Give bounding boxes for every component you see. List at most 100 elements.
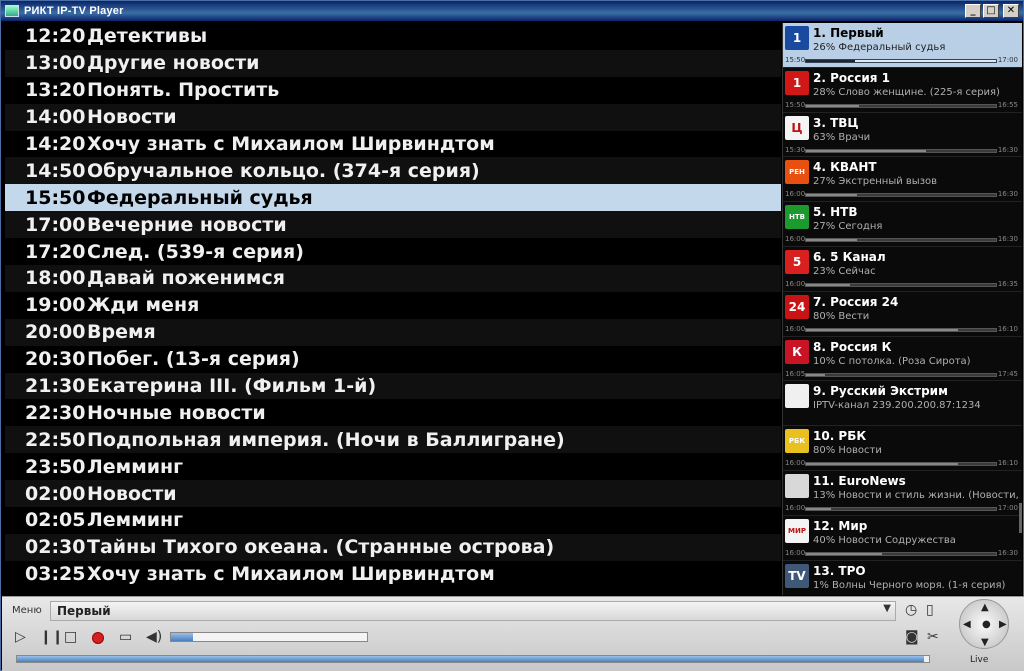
channel-item[interactable]: TV 13. ТРО 1% Волны Черного моря. (1-я сер… — [783, 561, 1022, 595]
channel-progress-fill — [806, 328, 958, 331]
camera-icon[interactable]: ◙ — [905, 629, 919, 645]
channel-item[interactable]: 9. Русский Экстрим IPTV-канал 239.200.200… — [783, 381, 1022, 427]
channel-item[interactable]: РЕН 4. КВАНТ 27% Экстренный вызов 16:00 16:3… — [783, 157, 1022, 203]
program-row[interactable]: 22:50 Подпольная империя. (Ночи в Баллигр… — [5, 426, 781, 454]
clock-icon[interactable]: ◷ — [905, 602, 917, 618]
channel-now-playing: IPTV-канал 239.200.200.87:1234 — [813, 400, 981, 412]
channel-start-time: 15:50 — [785, 100, 806, 109]
program-row[interactable]: 19:00 Жди меня — [5, 291, 781, 319]
program-row[interactable]: 20:00 Время — [5, 318, 781, 346]
program-time: 02:00 — [25, 482, 86, 505]
channel-progress-fill — [806, 507, 831, 510]
program-row[interactable]: 15:50 Федеральный судья — [5, 184, 781, 212]
program-row[interactable]: 17:20 След. (539-я серия) — [5, 238, 781, 266]
stop-icon[interactable]: □ — [64, 629, 77, 645]
program-title: Федеральный судья — [87, 186, 313, 209]
stream-progress-bar[interactable] — [16, 655, 930, 663]
program-row[interactable]: 13:00 Другие новости — [5, 49, 781, 77]
program-time: 13:00 — [25, 52, 86, 75]
channel-item[interactable]: Ц 3. ТВЦ 63% Врачи 15:30 16:30 — [783, 113, 1022, 158]
minimize-button[interactable]: _ — [965, 4, 981, 18]
tools-icon[interactable]: ✂ — [927, 629, 939, 645]
channel-end-time: 17:45 — [997, 369, 1018, 378]
volume-slider[interactable] — [170, 632, 368, 642]
program-time: 14:50 — [25, 159, 86, 182]
program-time: 20:30 — [25, 348, 86, 371]
program-title: Время — [87, 321, 156, 344]
program-row[interactable]: 18:00 Давай поженимся — [5, 265, 781, 292]
arrow-down-icon[interactable]: ▼ — [981, 637, 989, 648]
program-row[interactable]: 14:00 Новости — [5, 103, 781, 131]
channel-start-time: 16:00 — [785, 503, 806, 512]
program-row[interactable]: 12:20 Детективы — [5, 23, 781, 50]
navigation-pad[interactable]: ▲ ▼ ◀ ▶ ● — [959, 599, 1009, 649]
close-button[interactable]: ✕ — [1003, 4, 1019, 18]
channel-progress-fill — [806, 60, 856, 62]
program-row[interactable]: 20:30 Побег. (13-я серия) — [5, 345, 781, 373]
maximize-button[interactable]: □ — [983, 4, 999, 18]
channel-progress-bar — [805, 372, 997, 377]
channel-item[interactable]: 11. EuroNews 13% Новости и стиль жизни. (… — [783, 471, 1022, 516]
channel-logo-icon: НТВ — [785, 205, 809, 230]
program-time: 17:20 — [25, 240, 86, 263]
channel-now-playing: 80% Новости — [813, 445, 882, 457]
live-label: Live — [970, 655, 989, 665]
channel-item[interactable]: К 8. Россия К 10% С потолка. (Роза Сирота)… — [783, 337, 1022, 382]
play-icon[interactable]: ▷ — [15, 629, 26, 645]
program-row[interactable]: 14:20 Хочу знать с Михаилом Ширвиндтом — [5, 130, 781, 158]
volume-fill — [171, 633, 193, 641]
program-title: Лемминг — [87, 455, 184, 478]
channel-item[interactable]: 5 6. 5 Канал 23% Сейчас 16:00 16:35 — [783, 247, 1022, 292]
channel-name: 11. EuroNews — [813, 473, 906, 488]
program-row[interactable]: 03:25 Хочу знать с Михаилом Ширвиндтом — [5, 560, 781, 588]
program-title: Понять. Простить — [87, 79, 280, 102]
channel-item[interactable]: 1 2. Россия 1 28% Слово женщине. (225-я се… — [783, 68, 1022, 113]
program-row[interactable]: 21:30 Екатерина III. (Фильм 1-й) — [5, 372, 781, 400]
channel-logo-icon: РЕН — [785, 160, 809, 185]
program-row[interactable]: 14:50 Обручальное кольцо. (374-я серия) — [5, 157, 781, 185]
channel-progress-fill — [806, 283, 850, 286]
program-row[interactable]: 17:00 Вечерние новости — [5, 211, 781, 239]
arrow-right-icon[interactable]: ▶ — [999, 619, 1007, 630]
channel-logo-icon — [785, 384, 809, 409]
channel-item[interactable]: 24 7. Россия 24 80% Вести 16:00 16:10 — [783, 292, 1022, 337]
channel-name: 8. Россия К — [813, 339, 892, 354]
channel-now-playing: 10% С потолка. (Роза Сирота) — [813, 355, 971, 367]
program-row[interactable]: 13:20 Понять. Простить — [5, 76, 781, 104]
channel-progress-fill — [806, 194, 858, 197]
channel-item[interactable]: МИР 12. Мир 40% Новости Содружества 16:00 16… — [783, 516, 1022, 561]
program-row[interactable]: 02:30 Тайны Тихого океана. (Странные остр… — [5, 533, 781, 561]
title-bar[interactable]: РИКТ IP-TV Player _ □ ✕ — [1, 1, 1023, 21]
menu-button[interactable]: Меню — [12, 605, 42, 616]
channel-list-scrollbar[interactable] — [1019, 503, 1022, 533]
program-row[interactable]: 02:05 Лемминг — [5, 507, 781, 534]
program-time: 02:30 — [25, 536, 86, 559]
channel-dropdown-value: Первый — [57, 604, 111, 618]
channel-now-playing: 27% Сегодня — [813, 221, 883, 233]
channel-logo-icon — [785, 473, 809, 498]
record-icon[interactable] — [92, 632, 104, 644]
channel-item[interactable]: 1 1. Первый 26% Федеральный судья 15:50 17:0… — [783, 23, 1022, 68]
program-row[interactable]: 23:50 Лемминг — [5, 453, 781, 481]
channel-logo-icon: МИР — [785, 518, 809, 543]
channel-dropdown[interactable]: Первый ▼ — [50, 601, 896, 621]
folder-icon[interactable]: ▭ — [119, 629, 132, 645]
channel-name: 4. КВАНТ — [813, 160, 877, 175]
center-dot-icon[interactable]: ● — [982, 619, 991, 630]
channel-item[interactable]: НТВ 5. НТВ 27% Сегодня 16:00 16:30 — [783, 202, 1022, 247]
program-title: Побег. (13-я серия) — [87, 348, 300, 371]
program-title: Новости — [87, 106, 177, 129]
program-row[interactable]: 22:30 Ночные новости — [5, 399, 781, 427]
channel-now-playing: 1% Волны Черного моря. (1-я серия) — [813, 579, 1006, 591]
program-row[interactable]: 02:00 Новости — [5, 480, 781, 508]
pause-icon[interactable]: ❙❙ — [40, 629, 63, 645]
arrow-left-icon[interactable]: ◀ — [963, 619, 971, 630]
channel-item[interactable]: РБК 10. РБК 80% Новости 16:00 16:10 — [783, 426, 1022, 471]
control-panel: Меню Первый ▼ ◷ ▯ ▷ ❙❙ □ ▭ ◀) ◙ ✂ ▲ ▼ ◀ … — [2, 596, 1024, 671]
program-time: 18:00 — [25, 267, 86, 290]
chevron-down-icon: ▼ — [883, 603, 891, 614]
arrow-up-icon[interactable]: ▲ — [981, 602, 989, 613]
document-icon[interactable]: ▯ — [926, 602, 934, 618]
volume-icon[interactable]: ◀) — [146, 629, 162, 645]
channel-progress-fill — [806, 239, 858, 242]
